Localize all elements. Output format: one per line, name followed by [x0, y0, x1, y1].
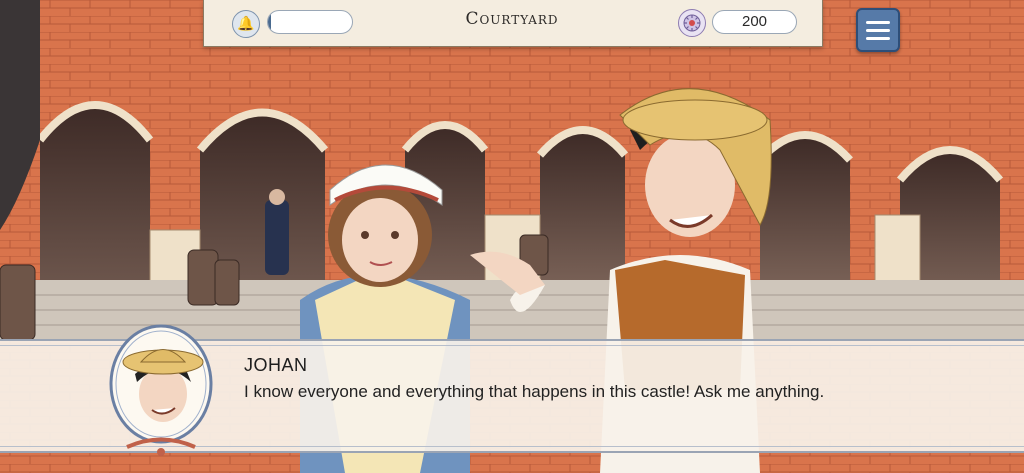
dialogue-text: I know everyone and everything that happ…: [244, 382, 825, 401]
coin-counter: 200: [712, 10, 797, 34]
speaker-portrait: [109, 324, 213, 456]
coin-icon: [678, 9, 706, 37]
location-title: Courtyard: [465, 9, 559, 29]
speaker-name: JOHAN: [244, 355, 308, 375]
bell-icon[interactable]: 🔔: [232, 10, 260, 38]
energy-bar: [267, 10, 353, 34]
energy-bar-fill: [268, 11, 271, 33]
hamburger-menu-icon[interactable]: [856, 8, 900, 52]
